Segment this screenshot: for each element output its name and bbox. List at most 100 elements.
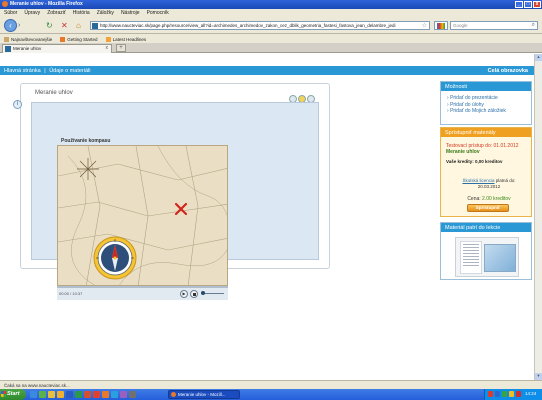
- license-info: Školská licencia platná do: 20.03.2012: [449, 178, 529, 189]
- tab-meranie-uhlov[interactable]: Meranie uhlov x: [2, 44, 112, 53]
- bookmark-latest-headlines[interactable]: Latest Headlines: [105, 36, 147, 43]
- compass-icon: [93, 236, 137, 280]
- menu-help[interactable]: Pomocník: [147, 10, 169, 17]
- firefox-icon: [60, 37, 66, 42]
- search-engine-selector[interactable]: [434, 21, 448, 30]
- video-progress-bar[interactable]: [57, 286, 228, 288]
- most-visited-icon: [4, 37, 9, 42]
- tab-close-icon[interactable]: x: [106, 45, 109, 51]
- bookmark-getting-started[interactable]: Getting Started: [60, 36, 98, 43]
- search-icon[interactable]: ⌕: [532, 22, 535, 29]
- menu-tools[interactable]: Nástroje: [121, 10, 140, 17]
- start-label: Start: [7, 391, 20, 397]
- menu-edit[interactable]: Úpravy: [24, 10, 40, 17]
- license-date: 20.03.2012: [477, 183, 501, 189]
- menu-view[interactable]: Zobraziť: [47, 10, 66, 17]
- system-tray: 14:24: [484, 389, 542, 400]
- breadcrumb-home[interactable]: Hlavná stránka: [4, 68, 41, 74]
- site-favicon-icon: [92, 23, 98, 29]
- school-license-link[interactable]: Školská licencia: [462, 178, 494, 183]
- breadcrumb-material-info[interactable]: Údaje o materiáli: [49, 68, 90, 74]
- taskbar-firefox-window[interactable]: Meranie uhlov - Mozill...: [168, 390, 240, 399]
- address-bar[interactable]: http://www.naucteviac.sk/page.php/resour…: [90, 21, 430, 30]
- firefox-icon: [171, 392, 176, 397]
- navigation-toolbar: ‹ › ↻ ✕ ⌂ http://www.naucteviac.sk/page.…: [0, 17, 542, 34]
- volume-slider[interactable]: [202, 293, 224, 294]
- start-button[interactable]: Start: [0, 389, 26, 400]
- lesson-thumbnail[interactable]: [455, 237, 519, 277]
- price: Cena: 2.00 kreditov: [449, 196, 529, 202]
- outlook-icon[interactable]: [48, 391, 55, 398]
- bookmark-label: Latest Headlines: [112, 37, 147, 42]
- maximize-button[interactable]: □: [524, 1, 532, 8]
- page-viewport: Hlavná stránka | Údaje o materiáli Celá …: [0, 54, 534, 380]
- bookmark-most-visited[interactable]: Najnavštevovanejšie: [4, 36, 52, 43]
- credits-balance: Vaše kredity: 0,00 kreditov: [446, 159, 503, 164]
- taskbar-window-label: Meranie uhlov - Mozill...: [178, 392, 226, 397]
- trial-info: Testovací prístup do: 01.01.2012 Meranie…: [446, 143, 519, 155]
- tray-clock: 14:24: [525, 391, 537, 396]
- bookmark-star-icon[interactable]: ☆: [422, 22, 427, 29]
- new-tab-button[interactable]: +: [116, 44, 126, 52]
- site-navigation-bar: Hlavná stránka | Údaje o materiáli Celá …: [0, 66, 534, 75]
- play-icon[interactable]: ▶: [180, 290, 188, 298]
- bookmarks-toolbar: Najnavštevovanejšie Getting Started Late…: [0, 34, 542, 43]
- forward-arrow-icon[interactable]: ›: [18, 22, 26, 30]
- stop-icon[interactable]: [190, 290, 198, 298]
- paint-icon[interactable]: [84, 391, 91, 398]
- site-favicon-icon: [5, 46, 11, 52]
- add-to-bookmarks-link[interactable]: Pridať do Mojich záložiek: [447, 108, 531, 115]
- windows-taskbar: Start Meranie uhlov - Mozill... 14:24: [0, 389, 542, 400]
- rss-icon: [105, 37, 111, 42]
- window-title-bar: Meranie uhlov - Mozilla Firefox _ □ x: [0, 0, 542, 9]
- firefox-icon[interactable]: [102, 391, 109, 398]
- calendar-icon[interactable]: [120, 391, 127, 398]
- minimize-button[interactable]: _: [515, 1, 523, 8]
- explorer-icon[interactable]: [57, 391, 64, 398]
- menu-bookmarks[interactable]: Záložky: [97, 10, 114, 17]
- video-title: Používanie kompasu: [61, 138, 111, 144]
- media-icon[interactable]: [39, 391, 46, 398]
- menu-history[interactable]: História: [73, 10, 90, 17]
- scroll-down-icon[interactable]: ▼: [535, 373, 542, 380]
- language-icon[interactable]: [495, 391, 500, 397]
- chrome-icon[interactable]: [93, 391, 100, 398]
- menu-file[interactable]: Súbor: [4, 10, 17, 17]
- scroll-up-icon[interactable]: ▲: [535, 54, 542, 61]
- google-logo-icon: [437, 23, 445, 29]
- search-input[interactable]: Google ⌕: [450, 21, 538, 30]
- stop-icon[interactable]: ✕: [61, 21, 68, 30]
- price-value: 2.00 kreditov: [482, 196, 511, 202]
- volume-handle[interactable]: [201, 291, 205, 295]
- volume-icon[interactable]: [509, 391, 514, 397]
- skype-icon[interactable]: [111, 391, 118, 398]
- window-controls: _ □ x: [515, 1, 541, 8]
- home-icon[interactable]: ⌂: [76, 21, 81, 30]
- alert-icon[interactable]: [516, 391, 521, 397]
- options-list: Pridať do prezentácie Pridať do úlohy Pr…: [441, 91, 531, 115]
- reload-icon[interactable]: ↻: [46, 21, 53, 30]
- excel-icon[interactable]: [75, 391, 82, 398]
- fullscreen-link[interactable]: Celá obrazovka: [488, 68, 528, 74]
- word-icon[interactable]: [66, 391, 73, 398]
- close-button[interactable]: x: [533, 1, 541, 8]
- document-icon: [460, 241, 482, 274]
- access-materials-box: Sprístupniť materiály Testovací prístup …: [440, 127, 532, 217]
- unlock-button[interactable]: Sprístupniť: [467, 204, 509, 212]
- back-arrow-icon[interactable]: ‹: [4, 19, 17, 32]
- options-box: Možnosti Pridať do prezentácie Pridať do…: [440, 81, 532, 125]
- license-valid-label: platná do:: [494, 178, 516, 183]
- network-icon[interactable]: [488, 391, 493, 397]
- video-stage[interactable]: [57, 145, 228, 286]
- lesson-link-box: Materiál patrí do lekcie: [440, 222, 532, 280]
- info-icon[interactable]: i: [13, 100, 22, 109]
- menu-bar: Súbor Úpravy Zobraziť História Záložky N…: [0, 9, 542, 17]
- map-compass-illustration: [58, 146, 227, 285]
- settings-icon[interactable]: [129, 391, 136, 398]
- shield-icon[interactable]: [502, 391, 507, 397]
- vertical-scrollbar[interactable]: ▲ ▼: [534, 54, 542, 380]
- breadcrumb-separator: |: [44, 68, 46, 74]
- ie-icon[interactable]: [30, 391, 37, 398]
- search-placeholder: Google: [453, 23, 468, 28]
- firefox-icon: [2, 1, 8, 7]
